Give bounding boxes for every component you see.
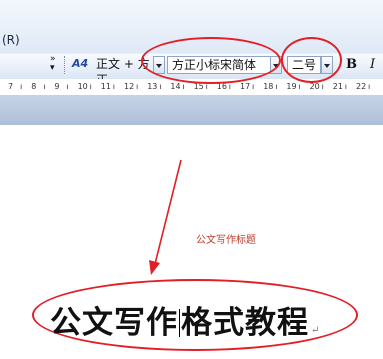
heading-text-part-2: 格式教程: [181, 305, 309, 341]
arrow-line: [154, 159, 182, 265]
annotation-caption: 公文写作标题: [196, 235, 256, 246]
arrowhead-icon: [149, 260, 160, 275]
text-cursor: [179, 309, 180, 337]
heading-text-part-1: 公文写作: [50, 305, 178, 341]
paragraph-mark-icon: ↵: [311, 325, 321, 336]
document-heading[interactable]: 公文写作格式教程 ↵: [50, 297, 320, 342]
